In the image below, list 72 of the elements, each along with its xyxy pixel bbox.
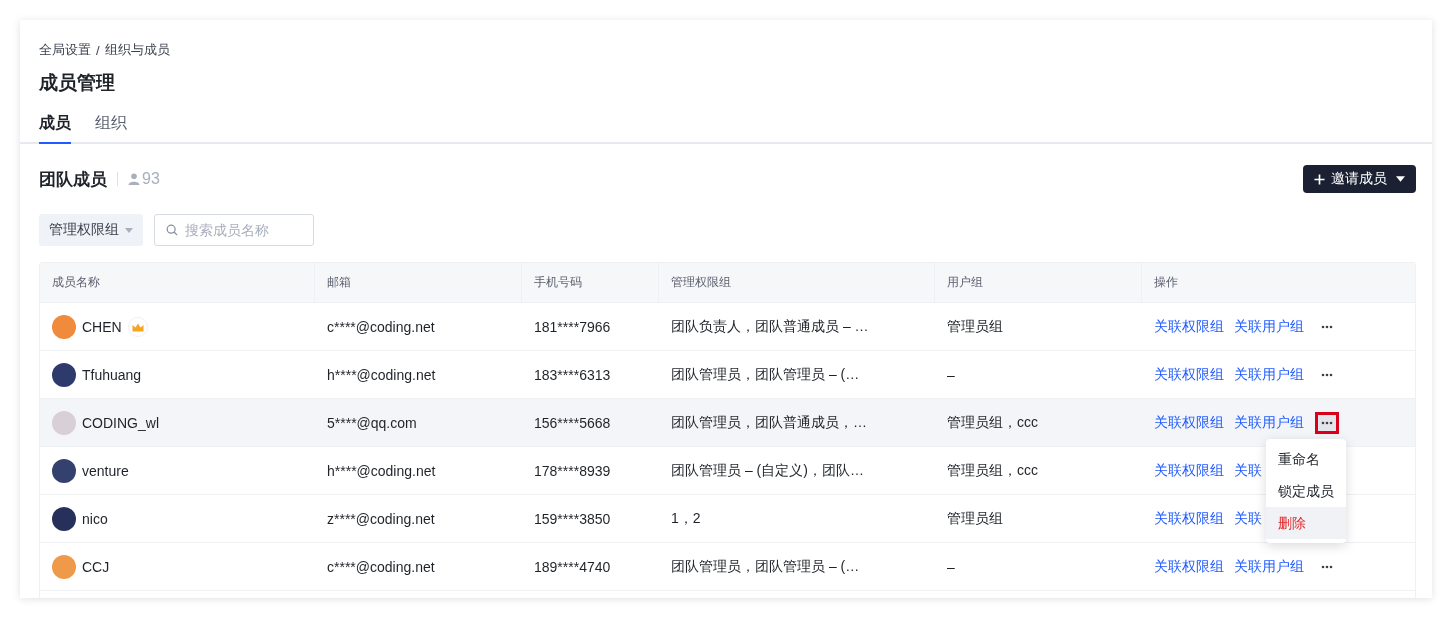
caret-icon <box>125 227 133 233</box>
table-cell-text: 管理员组 <box>946 316 1004 336</box>
section-title: 团队成员 <box>39 168 107 191</box>
breadcrumb-separator: / <box>96 42 100 58</box>
column-header: 手机号码 <box>522 263 659 302</box>
member-name: nico <box>82 510 108 527</box>
member-count: 93 <box>142 170 160 188</box>
column-header: 管理权限组 <box>659 263 935 302</box>
plus-icon <box>1314 173 1325 185</box>
action-link[interactable]: 关联权限组 <box>1154 317 1224 336</box>
breadcrumb-link[interactable]: 全局设置 <box>39 41 91 59</box>
member-name: CHEN <box>82 318 122 335</box>
breadcrumb-link[interactable]: 组织与成员 <box>104 41 170 59</box>
table-cell-text: 181****7966 <box>533 317 612 337</box>
table-cell-text: 团队管理员，团队管理员 – (… <box>670 556 861 576</box>
table-cell-text: z****@coding.net <box>326 509 436 529</box>
member-name: venture <box>82 462 129 479</box>
column-header: 邮箱 <box>315 263 522 302</box>
table-cell-text: 管理员组 <box>946 508 1004 528</box>
caret-icon <box>1396 176 1405 182</box>
member-name: CCJ <box>82 558 110 575</box>
menu-item[interactable]: 删除 <box>1266 507 1346 539</box>
table-cell-text: 1，2 <box>670 508 702 528</box>
action-link[interactable]: 关联权限组 <box>1154 557 1224 576</box>
action-link[interactable]: 关联用户组 <box>1234 317 1304 336</box>
table-cell-text: 5****@qq.com <box>326 413 418 433</box>
action-link[interactable]: 关联 <box>1234 509 1262 528</box>
table-cell-text: 156****5668 <box>533 413 612 433</box>
column-header: 用户组 <box>935 263 1142 302</box>
tab[interactable]: 组织 <box>95 113 127 144</box>
table-cell-text: 团队管理员，团队普通成员，… <box>670 412 868 432</box>
table-cell-text: 团队负责人，团队普通成员 – … <box>670 316 870 336</box>
table-cell-text: h****@coding.net <box>326 365 437 385</box>
action-link[interactable]: 关联权限组 <box>1154 509 1224 528</box>
table-cell-text: – <box>946 557 956 577</box>
more-icon <box>1321 564 1333 569</box>
table-cell-text: 159****3850 <box>533 509 612 529</box>
table-cell-text: 178****8939 <box>533 461 612 481</box>
table-cell-text: 管理员组，ccc <box>946 460 1039 480</box>
table-cell-text: – <box>946 365 956 385</box>
table-cell-text: 189****4740 <box>533 557 612 577</box>
table-cell-text: 团队管理员 – (自定义)，团队… <box>670 460 865 480</box>
more-icon <box>1321 420 1333 425</box>
table-cell-text: c****@coding.net <box>326 317 436 337</box>
action-link[interactable]: 关联权限组 <box>1154 413 1224 432</box>
action-link[interactable]: 关联权限组 <box>1154 461 1224 480</box>
more-icon <box>1321 372 1333 377</box>
tab[interactable]: 成员 <box>39 113 71 144</box>
member-name: Tfuhuang <box>82 366 142 383</box>
menu-item[interactable]: 锁定成员 <box>1266 475 1346 507</box>
action-link[interactable]: 关联用户组 <box>1234 365 1304 384</box>
action-link[interactable]: 关联用户组 <box>1234 413 1304 432</box>
page-title: 成员管理 <box>39 71 116 95</box>
filter-dropdown[interactable]: 管理权限组 <box>39 214 143 246</box>
action-link[interactable]: 关联权限组 <box>1154 365 1224 384</box>
search-icon <box>166 224 178 236</box>
person-icon <box>128 173 140 185</box>
table-cell-text: c****@coding.net <box>326 557 436 577</box>
action-link[interactable]: 关联 <box>1234 461 1262 480</box>
column-header: 操作 <box>1153 274 1179 291</box>
column-header: 成员名称 <box>40 263 315 302</box>
more-icon <box>1321 324 1333 329</box>
invite-button[interactable]: 邀请成员 <box>1303 165 1416 193</box>
member-name: CODING_wl <box>82 414 159 431</box>
table-cell-text: 183****6313 <box>533 365 612 385</box>
table-cell-text: 团队管理员，团队管理员 – (… <box>670 364 861 384</box>
menu-item[interactable]: 重命名 <box>1266 443 1346 475</box>
action-link[interactable]: 关联用户组 <box>1234 557 1304 576</box>
table-cell-text: 管理员组，ccc <box>946 412 1039 432</box>
table-cell-text: h****@coding.net <box>326 461 437 481</box>
search-field[interactable]: 搜索成员名称 <box>154 214 314 246</box>
more-button[interactable] <box>1315 411 1339 434</box>
